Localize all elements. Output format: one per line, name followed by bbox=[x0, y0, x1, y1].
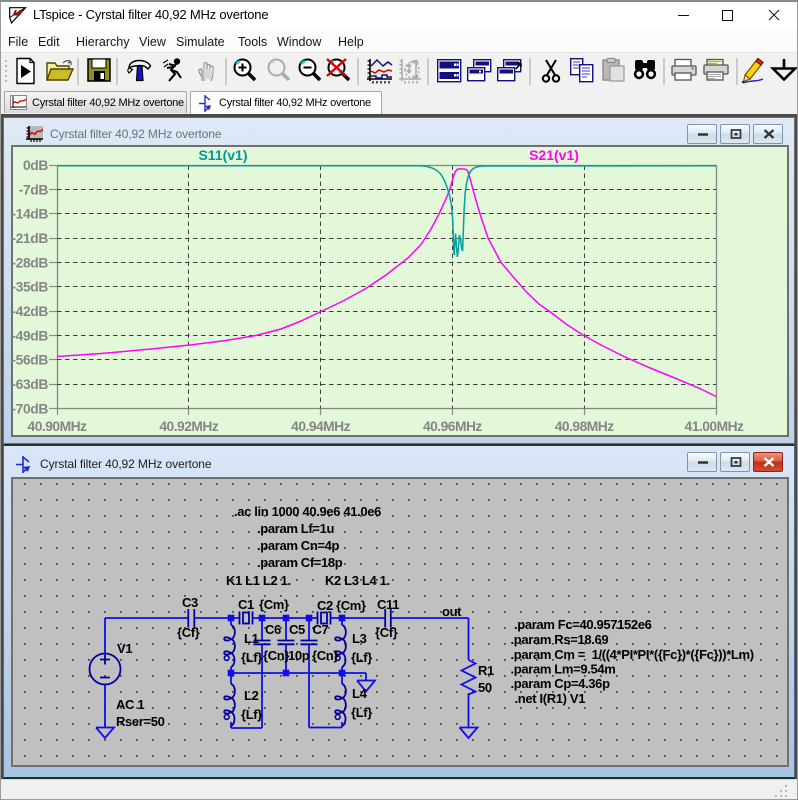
svg-text:-56dB: -56dB bbox=[11, 353, 48, 368]
svg-text:R1: R1 bbox=[478, 663, 494, 678]
svg-text:L3: L3 bbox=[352, 631, 367, 646]
svg-text:.ac lin 1000 40.9e6 41.0e6: .ac lin 1000 40.9e6 41.0e6 bbox=[234, 504, 381, 519]
svg-text:V1: V1 bbox=[117, 641, 132, 656]
svg-text:10p: 10p bbox=[288, 648, 310, 663]
svg-text:-14dB: -14dB bbox=[11, 207, 48, 222]
svg-text:L2: L2 bbox=[244, 688, 259, 703]
svg-text:40.94MHz: 40.94MHz bbox=[291, 419, 350, 434]
svg-text:41.00MHz: 41.00MHz bbox=[685, 419, 744, 434]
svg-text:S21(v1): S21(v1) bbox=[529, 147, 579, 163]
svg-text:.param Fc=40.957152e6: .param Fc=40.957152e6 bbox=[514, 617, 652, 632]
svg-text:{Cf}: {Cf} bbox=[177, 625, 200, 640]
svg-text:K1 L1 L2 1.: K1 L1 L2 1. bbox=[226, 573, 291, 588]
svg-text:.param Lf=1u: .param Lf=1u bbox=[257, 521, 334, 536]
svg-text:C3: C3 bbox=[182, 595, 198, 610]
svg-text:{Lf}: {Lf} bbox=[351, 650, 372, 665]
svg-text:40.96MHz: 40.96MHz bbox=[423, 419, 482, 434]
svg-text:{Lf}: {Lf} bbox=[241, 650, 262, 665]
svg-text:.param Cf=18p: .param Cf=18p bbox=[257, 555, 343, 570]
svg-text:.param Lm=9.54m: .param Lm=9.54m bbox=[511, 662, 616, 677]
svg-text:{Cm}: {Cm} bbox=[259, 597, 289, 612]
svg-text:.param Rs=18.69: .param Rs=18.69 bbox=[511, 632, 609, 647]
svg-text:out: out bbox=[442, 604, 462, 619]
svg-text:.param Cm = 1/((4*PI*PI*({Fc}: .param Cm = 1/((4*PI*PI*({Fc})*({Fc}))*L… bbox=[511, 647, 754, 662]
svg-text:.param Cp=4.36p: .param Cp=4.36p bbox=[511, 676, 611, 691]
svg-text:40.92MHz: 40.92MHz bbox=[159, 419, 218, 434]
svg-text:.param Cn=4p: .param Cn=4p bbox=[257, 538, 340, 553]
svg-text:{Lf}: {Lf} bbox=[351, 705, 372, 720]
svg-text:40.98MHz: 40.98MHz bbox=[555, 419, 614, 434]
svg-text:-42dB: -42dB bbox=[11, 304, 48, 319]
svg-text:-28dB: -28dB bbox=[11, 255, 48, 270]
svg-text:L4: L4 bbox=[352, 686, 368, 701]
svg-text:C7: C7 bbox=[313, 622, 329, 637]
svg-text:AC 1: AC 1 bbox=[116, 697, 144, 712]
svg-text:{Cn}: {Cn} bbox=[263, 648, 289, 663]
svg-text:-21dB: -21dB bbox=[11, 231, 48, 246]
svg-text:L1: L1 bbox=[244, 631, 259, 646]
svg-text:-63dB: -63dB bbox=[11, 377, 48, 392]
svg-text:C1: C1 bbox=[238, 597, 254, 612]
svg-text:C2: C2 bbox=[317, 598, 333, 613]
svg-text:-49dB: -49dB bbox=[11, 328, 48, 343]
svg-text:.net I(R1) V1: .net I(R1) V1 bbox=[515, 691, 586, 706]
svg-text:-70dB: -70dB bbox=[11, 401, 48, 416]
svg-text:40.90MHz: 40.90MHz bbox=[28, 419, 87, 434]
svg-text:{Cf}: {Cf} bbox=[375, 625, 398, 640]
svg-text:{Cn}: {Cn} bbox=[312, 648, 338, 663]
svg-text:50: 50 bbox=[478, 680, 492, 695]
svg-text:-7dB: -7dB bbox=[19, 182, 49, 197]
svg-text:-35dB: -35dB bbox=[11, 280, 48, 295]
svg-text:C5: C5 bbox=[289, 622, 305, 637]
svg-text:C6: C6 bbox=[265, 622, 281, 637]
svg-text:S11(v1): S11(v1) bbox=[198, 147, 247, 163]
svg-text:Rser=50: Rser=50 bbox=[116, 714, 165, 729]
svg-text:0dB: 0dB bbox=[23, 158, 48, 173]
svg-text:{Lf}: {Lf} bbox=[241, 707, 262, 722]
svg-text:{Cm}: {Cm} bbox=[336, 598, 366, 613]
svg-text:K2 L3 L4 1.: K2 L3 L4 1. bbox=[325, 573, 390, 588]
svg-text:C11: C11 bbox=[377, 597, 399, 612]
